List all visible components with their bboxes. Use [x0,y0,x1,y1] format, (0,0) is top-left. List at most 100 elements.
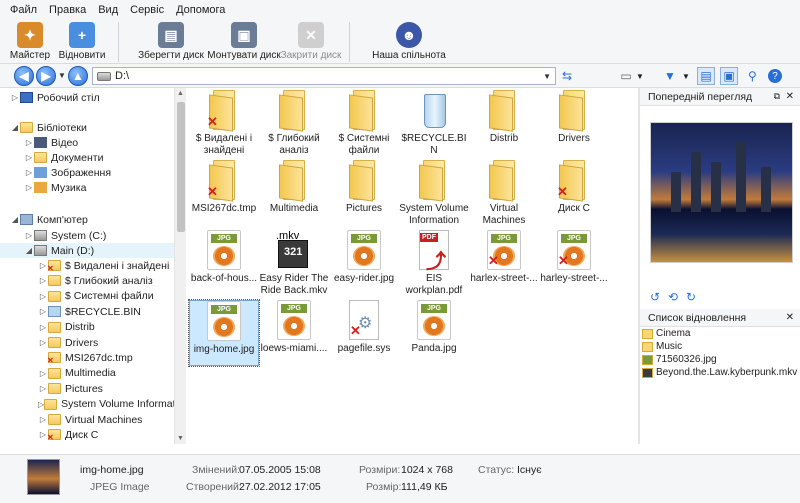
restore-list-item[interactable]: Beyond.the.Law.kyberpunk.mkv [642,366,797,379]
file-item[interactable]: ✕ $ Видалені і знайдені [189,90,259,157]
tree-item-d-child[interactable]: ▷ ✕ $ Видалені і знайдені [0,258,174,274]
scroll-thumb[interactable] [177,102,185,232]
help-icon[interactable]: ? [768,69,782,83]
menu-file[interactable]: Файл [10,4,37,16]
tree-item-images[interactable]: ▷ Зображення [0,165,174,180]
wizard-button[interactable]: ✦ Майстер [8,20,52,64]
file-item[interactable]: PDF ⤴ EIS workplan.pdf [399,230,469,297]
restore-button[interactable]: + Відновити [52,20,112,64]
tree-item-desktop[interactable]: ▷ Робочий стіл [0,90,174,105]
restore-list-item[interactable]: 71560326.jpg [642,353,717,366]
expand-icon[interactable]: ▷ [38,338,48,347]
file-item[interactable]: JPG easy-rider.jpg [329,230,399,285]
tree-item-d-child[interactable]: ▷ $ Глибокий аналіз [0,273,174,288]
tree-item-d-child[interactable]: ▷ Drivers [0,335,174,350]
expand-icon[interactable]: ▷ [24,231,34,240]
save-disk-button[interactable]: ▤ Зберегти диск [133,20,209,64]
menu-tools[interactable]: Сервіс [130,4,164,16]
file-item[interactable]: System Volume Information [399,160,469,227]
tree-scrollbar[interactable]: ▲ ▼ [174,88,186,444]
up-button[interactable]: ▲ [68,66,88,86]
close-disk-button[interactable]: ✕ Закрити диск [279,20,343,64]
undock-icon[interactable]: ⧉ [774,91,780,102]
filter-dropdown-icon[interactable]: ▼ [682,67,690,85]
tree-item-d-child[interactable]: ▷ System Volume Informati [0,397,174,412]
file-item[interactable]: JPG back-of-hous... [189,230,259,285]
file-item[interactable]: JPG img-home.jpg [188,299,260,367]
file-item[interactable]: $ Глибокий аналіз [259,90,329,157]
file-item[interactable]: JPG ✕ harlex-street-... [469,230,539,285]
expand-icon[interactable]: ▷ [38,307,48,316]
rotate-left-icon[interactable]: ↺ [650,290,660,304]
filter-icon[interactable]: ▼ [664,67,676,85]
back-button[interactable]: ◀ [14,66,34,86]
flip-icon[interactable]: ⟲ [668,290,678,304]
restore-list-item[interactable]: Cinema [642,327,690,340]
scroll-down-icon[interactable]: ▼ [177,435,184,442]
file-item[interactable]: ✕ MSI267dc.tmp [189,160,259,215]
expand-icon[interactable]: ▷ [10,93,20,102]
file-item[interactable]: JPG loews-miami.... [259,300,329,355]
close-icon[interactable]: ✕ [786,91,794,102]
tree-item-d-child[interactable]: ▷ $ Системні файли [0,289,174,304]
tree-item-libraries[interactable]: ◢ Бібліотеки [0,120,174,135]
tree-item-documents[interactable]: ▷ Документи [0,150,174,165]
tree-item-main-d[interactable]: ◢ Main (D:) [0,243,174,258]
tree-item-d-child[interactable]: ▷ Pictures [0,381,174,396]
restore-list-item[interactable]: Music [642,340,682,353]
collapse-icon[interactable]: ◢ [10,215,20,224]
tree-item-d-child[interactable]: ▷ $RECYCLE.BIN [0,304,174,319]
preview-pane-icon[interactable]: ▤ [697,67,715,85]
expand-icon[interactable]: ▷ [24,153,34,162]
tree-item-computer[interactable]: ◢ Комп'ютер [0,212,174,227]
expand-icon[interactable]: ▷ [38,369,48,378]
tree-item-music[interactable]: ▷ Музика [0,180,174,195]
tree-item-d-child[interactable]: ▷ ✕ Диск С [0,427,174,443]
mount-disk-button[interactable]: ▣ Монтувати диск [207,20,281,64]
tree-item-d-child[interactable]: ▷ Multimedia [0,366,174,381]
save-icon[interactable]: ▣ [720,67,738,85]
file-item[interactable]: Distrib [469,90,539,145]
view-mode-icon[interactable]: ▭ [618,67,634,85]
file-item[interactable]: Multimedia [259,160,329,215]
tree-item-d-child[interactable]: ▷ Distrib [0,320,174,335]
rotate-right-icon[interactable]: ↻ [686,290,696,304]
expand-icon[interactable]: ▷ [38,292,48,301]
expand-icon[interactable]: ▷ [38,323,48,332]
scroll-up-icon[interactable]: ▲ [177,90,184,97]
file-item[interactable]: Virtual Machines [469,160,539,227]
expand-icon[interactable]: ▷ [24,168,34,177]
expand-icon[interactable]: ▷ [38,384,48,393]
search-icon[interactable]: ⚲ [748,67,757,85]
menu-edit[interactable]: Правка [49,4,86,16]
tree-item-system-c[interactable]: ▷ System (C:) [0,228,174,243]
menu-view[interactable]: Вид [98,4,118,16]
history-dropdown-icon[interactable]: ▼ [58,71,66,80]
tree-item-d-child[interactable]: ✕ MSI267dc.tmp [0,350,174,366]
collapse-icon[interactable]: ◢ [24,246,34,255]
expand-icon[interactable]: ▷ [38,276,48,285]
tree-item-video[interactable]: ▷ Відео [0,135,174,150]
file-item[interactable]: $RECYCLE.BIN [399,90,469,157]
expand-icon[interactable]: ▷ [24,138,34,147]
refresh-icon[interactable]: ⇆ [562,67,572,85]
file-item[interactable]: ⚙ ✕ pagefile.sys [329,300,399,355]
tree-item-d-child[interactable]: ▷ Virtual Machines [0,412,174,427]
menu-help[interactable]: Допомога [176,4,225,16]
view-dropdown-icon[interactable]: ▼ [636,67,644,85]
close-icon[interactable]: ✕ [786,312,794,323]
file-item[interactable]: JPG ✕ harley-street-... [539,230,609,285]
expand-icon[interactable]: ▷ [24,183,34,192]
file-item[interactable]: .mkv 321 Easy Rider The Ride Back.mkv [259,230,329,297]
expand-icon[interactable]: ▷ [38,415,48,424]
community-button[interactable]: ☻ Наша спільнота [364,20,454,64]
pane-divider[interactable] [638,88,640,444]
file-item[interactable]: $ Системні файли [329,90,399,157]
file-item[interactable]: ✕ Диск С [539,160,609,215]
file-item[interactable]: Drivers [539,90,609,145]
address-dropdown-icon[interactable]: ▼ [543,72,551,81]
forward-button[interactable]: ▶ [36,66,56,86]
address-field[interactable]: D:\ ▼ [92,67,556,85]
collapse-icon[interactable]: ◢ [10,123,20,132]
file-item[interactable]: JPG Panda.jpg [399,300,469,355]
